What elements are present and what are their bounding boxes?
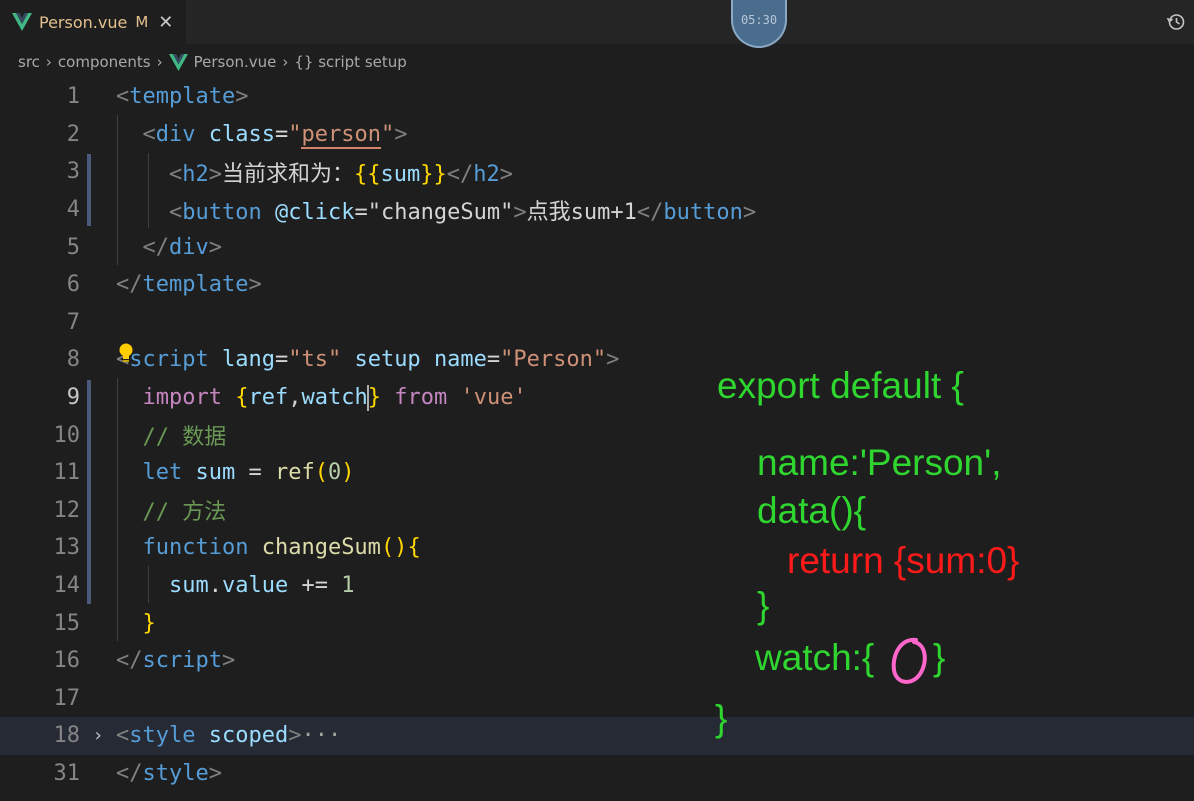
line-number: 6 [66,272,80,298]
code-text: <h2>当前求和为：{{sum}}</h2> [168,161,513,187]
vue-file-icon [12,13,32,31]
recording-timer: 05:30 [731,0,787,48]
line-number: 16 [53,648,81,674]
line-number: 12 [53,497,81,523]
line-number: 15 [53,610,81,636]
code-line[interactable]: 31 </style> [0,755,1194,793]
line-number: 13 [53,535,81,561]
editor-tab-bar: Person.vue M ✕ 05:30 [0,0,1194,48]
code-text: } [142,610,156,636]
code-text: function changeSum(){ [142,535,421,561]
tab-file-name: Person.vue [39,12,128,32]
breadcrumb-file[interactable]: Person.vue [194,53,277,71]
code-text: <template> [116,84,249,110]
code-line[interactable]: 3 <h2>当前求和为：{{sum}}</h2> [0,153,1194,191]
line-number: 5 [66,234,80,260]
line-number: 3 [66,159,80,185]
line-number: 17 [53,685,81,711]
code-line[interactable]: 15 } [0,604,1194,642]
line-number: 7 [66,309,80,335]
code-line[interactable]: 11 let sum = ref(0) [0,454,1194,492]
annotation-data: data(){ [757,490,867,531]
code-line[interactable]: 2 <div class="person"> [0,116,1194,154]
annotation-name: name:'Person', [757,442,1002,483]
annotation-final-brace: } [715,698,728,739]
annotation-return: return {sum:0} [787,540,1020,581]
code-text: let sum = ref(0) [142,460,355,486]
annotation-export-default: export default { [717,365,964,406]
annotation-watch: watch:{ [755,637,875,678]
code-line[interactable]: 12 // 方法 [0,492,1194,530]
code-text: // 数据 [142,425,227,451]
history-icon[interactable] [1166,12,1186,32]
code-line[interactable]: 17 [0,680,1194,718]
chevron-right-icon: › [282,53,289,71]
code-line[interactable]: 9 import {ref,watch} from 'vue' [0,379,1194,417]
code-text: <div class="person"> [142,121,408,149]
code-text: sum.value += 1 [168,573,355,599]
chevron-right-icon: › [45,53,52,71]
code-editor[interactable]: 1 <template> 2 <div class="person"> 3 <h… [0,78,1194,792]
line-number: 18 [53,723,81,749]
code-text: // 方法 [142,500,227,526]
code-line[interactable]: 5 </div> [0,228,1194,266]
vue-file-icon [168,53,188,71]
line-number: 8 [66,347,80,373]
line-number: 10 [53,422,81,448]
line-number: 2 [66,121,80,147]
code-text: <script lang="ts" setup name="Person"> [116,347,620,373]
line-number: 14 [53,573,81,599]
code-text: </script> [116,648,236,674]
breadcrumb: src › components › Person.vue › {} scrip… [0,44,1194,80]
annotation-watch-close: } [933,637,946,678]
folded-ellipsis[interactable]: ··· [301,723,341,748]
line-number: 9 [66,385,80,411]
code-line[interactable]: 10 // 数据 [0,416,1194,454]
code-text: </template> [116,272,262,298]
lightbulb-icon[interactable] [118,343,134,365]
code-line[interactable]: 4 <button @click="changeSum">点我sum+1</bu… [0,191,1194,229]
chevron-right-icon: › [156,53,163,71]
annotation-circle-mark [891,637,927,684]
code-line[interactable]: 7 [0,304,1194,342]
code-text: <style scoped>··· [116,723,342,749]
close-icon[interactable]: ✕ [158,12,173,33]
line-number: 11 [53,460,81,486]
breadcrumb-symbol[interactable]: {} script setup [294,53,406,71]
code-line[interactable]: 1 <template> [0,78,1194,116]
code-text: </div> [142,234,223,260]
chevron-right-icon[interactable]: › [80,725,116,746]
code-line[interactable]: 6 </template> [0,266,1194,304]
code-line-folded[interactable]: 18 › <style scoped>··· [0,717,1194,755]
annotation-close-brace: } [757,585,770,626]
code-text: <button @click="changeSum">点我sum+1</butt… [168,199,757,225]
line-number: 31 [53,760,81,786]
tab-person-vue[interactable]: Person.vue M ✕ [0,0,186,44]
breadcrumb-components[interactable]: components [58,53,151,71]
code-text: import {ref,watch} from 'vue' [142,384,527,411]
line-number: 1 [66,84,80,110]
code-line[interactable]: 16 </script> [0,642,1194,680]
modified-indicator: M [135,13,149,31]
line-number: 4 [66,197,80,223]
code-text: </style> [116,760,222,786]
code-line[interactable]: 8 <script lang="ts" setup name="Person"> [0,341,1194,379]
timer-text: 05:30 [740,13,778,27]
breadcrumb-src[interactable]: src [18,53,40,71]
